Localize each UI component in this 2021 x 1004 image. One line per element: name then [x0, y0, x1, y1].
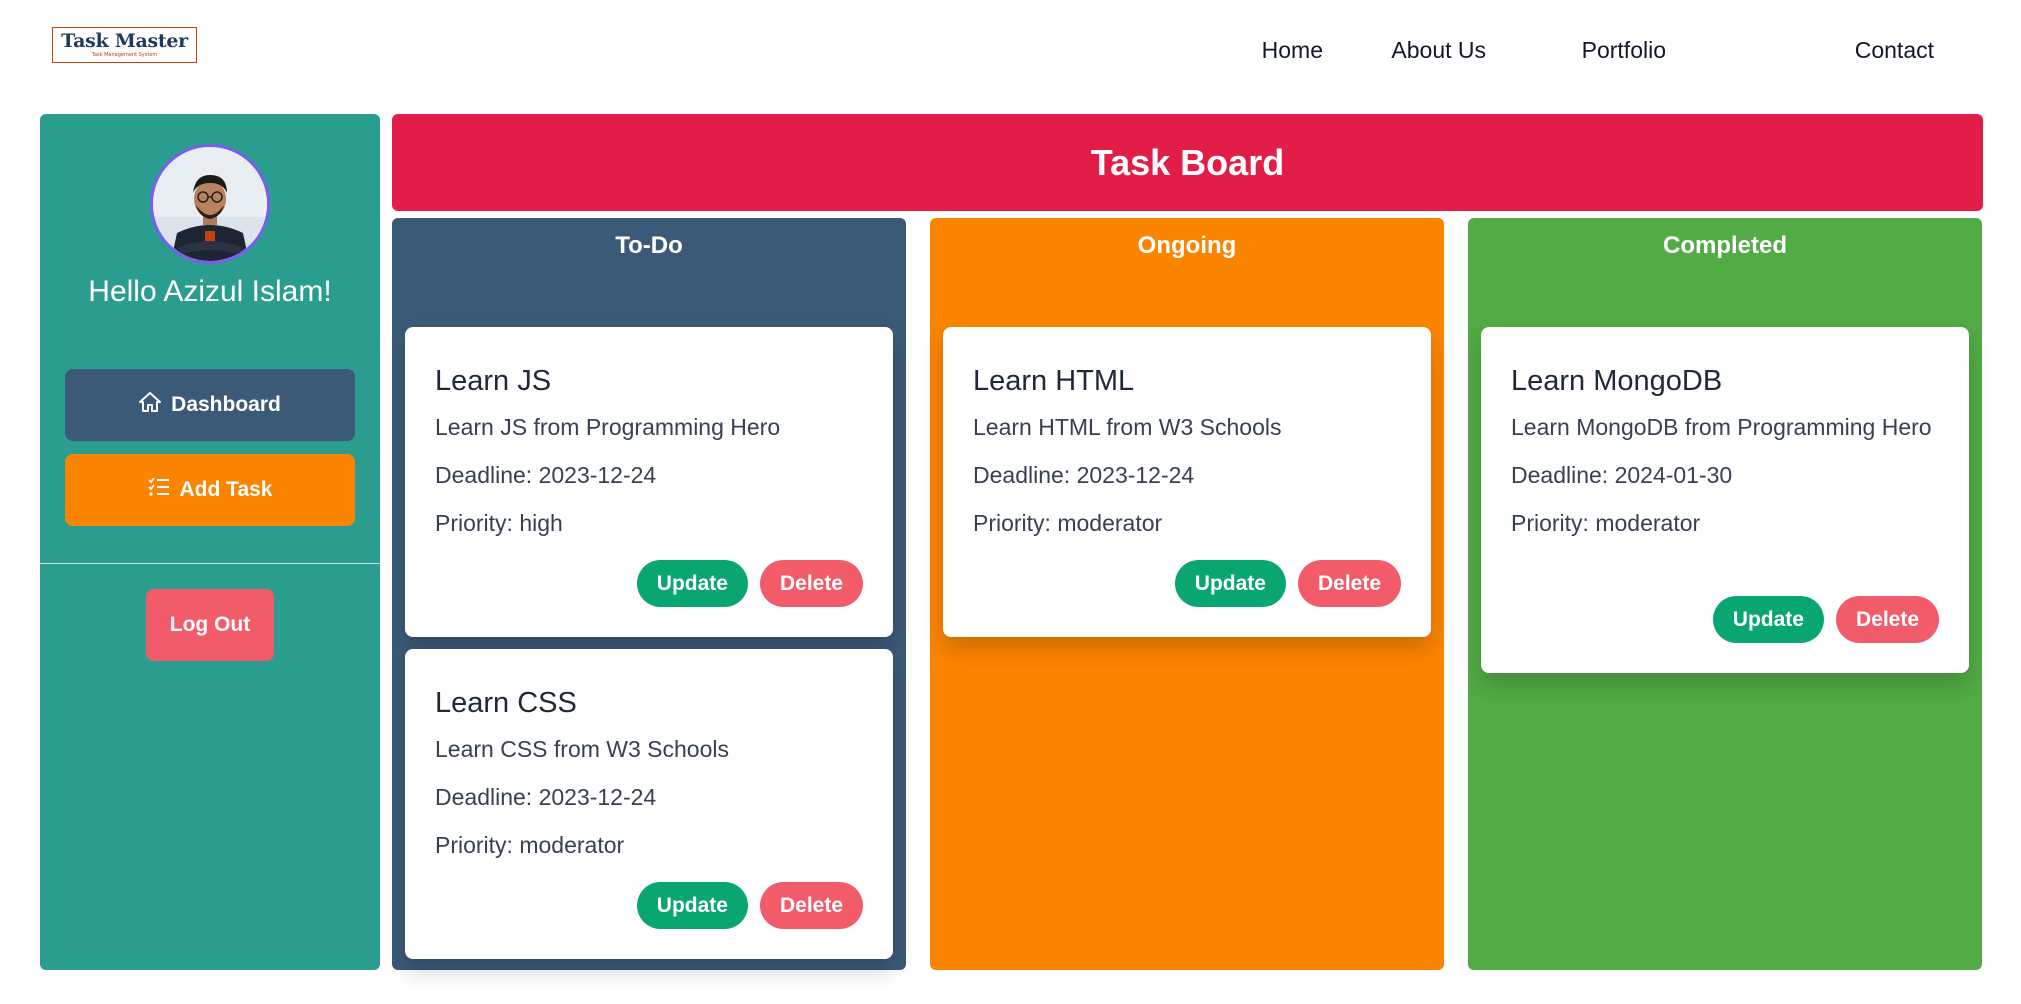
sidebar-divider: [40, 563, 380, 564]
task-title: Learn JS: [435, 365, 552, 397]
task-deadline: Deadline: 2023-12-24: [435, 462, 657, 488]
task-deadline: Deadline: 2024-01-30: [1511, 462, 1733, 488]
greeting: Hello Azizul Islam!: [88, 275, 332, 308]
add-task-label: Add Task: [179, 478, 273, 501]
nav-link-about-us[interactable]: About Us: [1391, 30, 1486, 70]
task-title: Learn CSS: [435, 687, 577, 719]
top-navbar: Task Master Task Management System Home …: [0, 0, 2021, 100]
task-priority: Priority: high: [435, 510, 563, 536]
dashboard-button[interactable]: Dashboard: [65, 369, 355, 441]
update-button[interactable]: Update: [1174, 560, 1286, 607]
task-description: Learn CSS from W3 Schools: [435, 736, 730, 762]
logo-subtitle: Task Management System: [91, 52, 158, 58]
task-title: Learn HTML: [973, 365, 1135, 397]
column-title: Ongoing: [1137, 232, 1237, 259]
list-check-icon: [147, 477, 170, 503]
logout-button[interactable]: Log Out: [146, 589, 274, 661]
dashboard-label: Dashboard: [171, 393, 281, 416]
task-card: Learn CSS Learn CSS from W3 Schools Dead…: [405, 649, 893, 959]
delete-button[interactable]: Delete: [759, 882, 863, 929]
column-ongoing: Ongoing Learn HTML Learn HTML from W3 Sc…: [930, 218, 1444, 970]
task-priority: Priority: moderator: [1511, 510, 1701, 536]
task-deadline: Deadline: 2023-12-24: [973, 462, 1195, 488]
logo-title: Task Master: [61, 30, 188, 52]
column-title: To-Do: [615, 232, 683, 259]
task-card: Learn HTML Learn HTML from W3 Schools De…: [943, 327, 1431, 637]
nav-link-portfolio[interactable]: Portfolio: [1582, 30, 1666, 70]
delete-button[interactable]: Delete: [1835, 596, 1939, 643]
task-actions: Update Delete: [636, 882, 863, 929]
task-deadline: Deadline: 2023-12-24: [435, 784, 657, 810]
task-actions: Update Delete: [1712, 596, 1939, 643]
task-board-header: Task Board: [392, 114, 1983, 211]
sidebar: Hello Azizul Islam! Dashboard Add Task L…: [40, 114, 380, 970]
nav-link-home[interactable]: Home: [1262, 30, 1323, 70]
task-card: Learn MongoDB Learn MongoDB from Program…: [1481, 327, 1969, 673]
update-button[interactable]: Update: [636, 560, 748, 607]
task-description: Learn MongoDB from Programming Hero: [1511, 414, 1932, 440]
logo[interactable]: Task Master Task Management System: [52, 27, 197, 63]
task-priority: Priority: moderator: [435, 832, 625, 858]
nav-link-contact[interactable]: Contact: [1855, 30, 1934, 70]
column-title: Completed: [1662, 232, 1787, 259]
delete-button[interactable]: Delete: [1297, 560, 1401, 607]
column-completed: Completed Learn MongoDB Learn MongoDB fr…: [1468, 218, 1982, 970]
task-description: Learn JS from Programming Hero: [435, 414, 781, 440]
task-actions: Update Delete: [1174, 560, 1401, 607]
avatar: [150, 144, 270, 264]
home-icon: [139, 392, 162, 418]
task-title: Learn MongoDB: [1511, 365, 1723, 397]
task-card: Learn JS Learn JS from Programming Hero …: [405, 327, 893, 637]
task-actions: Update Delete: [636, 560, 863, 607]
update-button[interactable]: Update: [636, 882, 748, 929]
delete-button[interactable]: Delete: [759, 560, 863, 607]
add-task-button[interactable]: Add Task: [65, 454, 355, 526]
column-todo: To-Do Learn JS Learn JS from Programming…: [392, 218, 906, 970]
task-priority: Priority: moderator: [973, 510, 1163, 536]
update-button[interactable]: Update: [1712, 596, 1824, 643]
task-description: Learn HTML from W3 Schools: [973, 414, 1282, 440]
